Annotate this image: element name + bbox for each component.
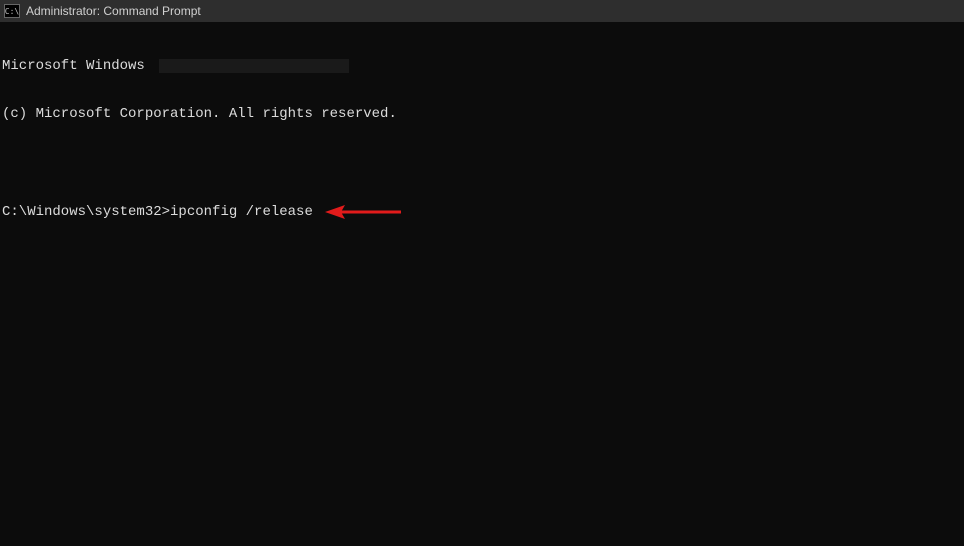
blank-line (2, 154, 962, 170)
arrow-icon (323, 202, 403, 222)
terminal-output[interactable]: Microsoft Windows (c) Microsoft Corporat… (0, 22, 964, 546)
arrow-annotation (323, 202, 403, 222)
version-text: Microsoft Windows (2, 58, 153, 74)
window-titlebar[interactable]: C:\ Administrator: Command Prompt (0, 0, 964, 22)
version-line: Microsoft Windows (2, 58, 962, 74)
prompt-line: C:\Windows\system32>ipconfig /release (2, 202, 962, 222)
cmd-icon: C:\ (4, 4, 20, 18)
command-input[interactable]: ipconfig /release (170, 204, 313, 220)
window-title: Administrator: Command Prompt (26, 4, 201, 18)
prompt-path: C:\Windows\system32> (2, 204, 170, 220)
redacted-version (159, 59, 349, 73)
copyright-text: (c) Microsoft Corporation. All rights re… (2, 106, 397, 122)
copyright-line: (c) Microsoft Corporation. All rights re… (2, 106, 962, 122)
